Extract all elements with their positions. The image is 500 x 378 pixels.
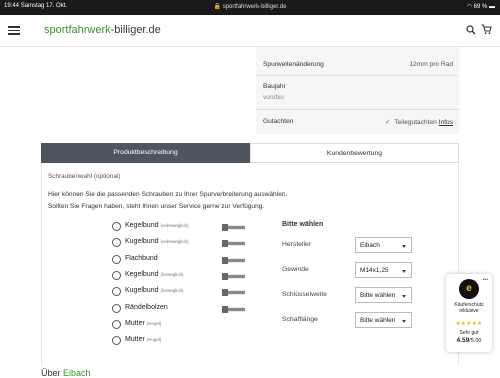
- infos-link[interactable]: Infos: [439, 119, 453, 126]
- trust-badge[interactable]: ••• e Käuferschutz inklusive ★★★★★ Sehr g…: [446, 274, 492, 352]
- option-label: Rändelbolzen: [125, 303, 168, 311]
- screw-option[interactable]: Mutter (Kegel): [112, 319, 272, 331]
- site-logo[interactable]: sportfahrwerk-billiger.de: [44, 24, 161, 36]
- select-row-gewinde: Gewinde M14x1,25: [282, 262, 452, 278]
- pick-title: Bitte wählen: [282, 221, 324, 228]
- option-label: Kugelbund (beweglich): [125, 287, 184, 295]
- bolt-icon: [222, 256, 245, 264]
- radio-button[interactable]: [112, 222, 121, 231]
- radio-button[interactable]: [112, 238, 121, 248]
- screw-option[interactable]: Flachbund: [112, 254, 272, 266]
- radio-button[interactable]: [112, 303, 121, 313]
- option-label: Kegelbund (beweglich): [125, 270, 184, 278]
- chevron-down-icon: [402, 295, 406, 298]
- radio-button[interactable]: [112, 336, 121, 346]
- wifi-icon: ◠: [466, 4, 472, 10]
- chevron-down-icon: [402, 270, 406, 273]
- intro-text-1: Hier können Sie die passenden Schrauben …: [48, 191, 288, 198]
- intro-text-2: Sollten Sie Fragen haben, steht Ihnen un…: [48, 203, 265, 210]
- check-icon: ✓: [385, 119, 391, 126]
- select-row-schluesselweite: Schlüsselweite Bitte wählen: [282, 287, 452, 303]
- battery-indicator: ◠ 69 % ▬: [466, 4, 495, 10]
- option-label: Kegelbund (unbeweglich): [125, 222, 189, 229]
- chevron-down-icon: [402, 320, 406, 323]
- hersteller-select[interactable]: Eibach: [355, 237, 412, 253]
- section-title: Schraubenwahl (optional): [48, 173, 121, 180]
- product-tabs: Produktbeschreibung Kundenbewertung: [41, 143, 459, 163]
- spec-baujahr-value: von/bis: [263, 94, 284, 101]
- screw-option[interactable]: Kegelbund (unbeweglich): [112, 221, 272, 233]
- tab-kundenbewertung[interactable]: Kundenbewertung: [250, 143, 459, 163]
- option-label: Kugelbund (unbeweglich): [125, 238, 189, 246]
- bolt-icon: [222, 305, 245, 313]
- option-label: Flachbund: [125, 254, 158, 262]
- screw-option[interactable]: Mutter (Kugel): [112, 335, 272, 347]
- bolt-icon: [222, 272, 245, 280]
- select-row-schaftlaenge: Schaftlänge Bitte wählen: [282, 312, 452, 328]
- radio-button[interactable]: [112, 270, 121, 280]
- radio-button[interactable]: [112, 319, 121, 329]
- cart-icon[interactable]: [481, 24, 492, 35]
- option-label: Mutter (Kegel): [125, 319, 162, 327]
- rating-stars: ★★★★★: [455, 321, 483, 327]
- screw-option[interactable]: Kugelbund (beweglich): [112, 286, 272, 298]
- status-bar: 19:44 Samstag 17. Okt. 🔒 sportfahrwerk-b…: [0, 0, 500, 15]
- site-header: sportfahrwerk-billiger.de: [0, 15, 500, 47]
- more-icon[interactable]: •••: [483, 277, 488, 283]
- hamburger-menu-icon[interactable]: [8, 26, 20, 35]
- schaftlaenge-select[interactable]: Bitte wählen: [355, 312, 412, 328]
- address-bar-url[interactable]: 🔒 sportfahrwerk-billiger.de: [0, 3, 500, 10]
- option-label: Mutter (Kugel): [125, 336, 162, 344]
- gewinde-select[interactable]: M14x1,25: [355, 262, 412, 278]
- chevron-down-icon: [402, 245, 406, 248]
- schluesselweite-select[interactable]: Bitte wählen: [355, 287, 412, 303]
- screw-option[interactable]: Kegelbund (beweglich): [112, 270, 272, 282]
- about-heading: Über Eibach: [41, 368, 91, 378]
- tab-content: Schraubenwahl (optional) Hier können Sie…: [41, 163, 459, 365]
- bolt-icon: [222, 289, 245, 297]
- search-icon[interactable]: [466, 25, 476, 35]
- radio-button[interactable]: [112, 287, 121, 297]
- tab-produktbeschreibung[interactable]: Produktbeschreibung: [41, 143, 250, 163]
- bolt-icon: [222, 240, 245, 248]
- screw-option[interactable]: Rändelbolzen: [112, 303, 272, 315]
- screw-option[interactable]: Kugelbund (unbeweglich): [112, 237, 272, 249]
- select-row-hersteller: Hersteller Eibach: [282, 237, 452, 253]
- radio-button[interactable]: [112, 254, 121, 264]
- bolt-icon: [222, 224, 245, 231]
- trust-seal-icon: e: [459, 279, 479, 299]
- product-specs: Spurweitenänderung 12mm pro Rad Baujahr …: [256, 47, 459, 134]
